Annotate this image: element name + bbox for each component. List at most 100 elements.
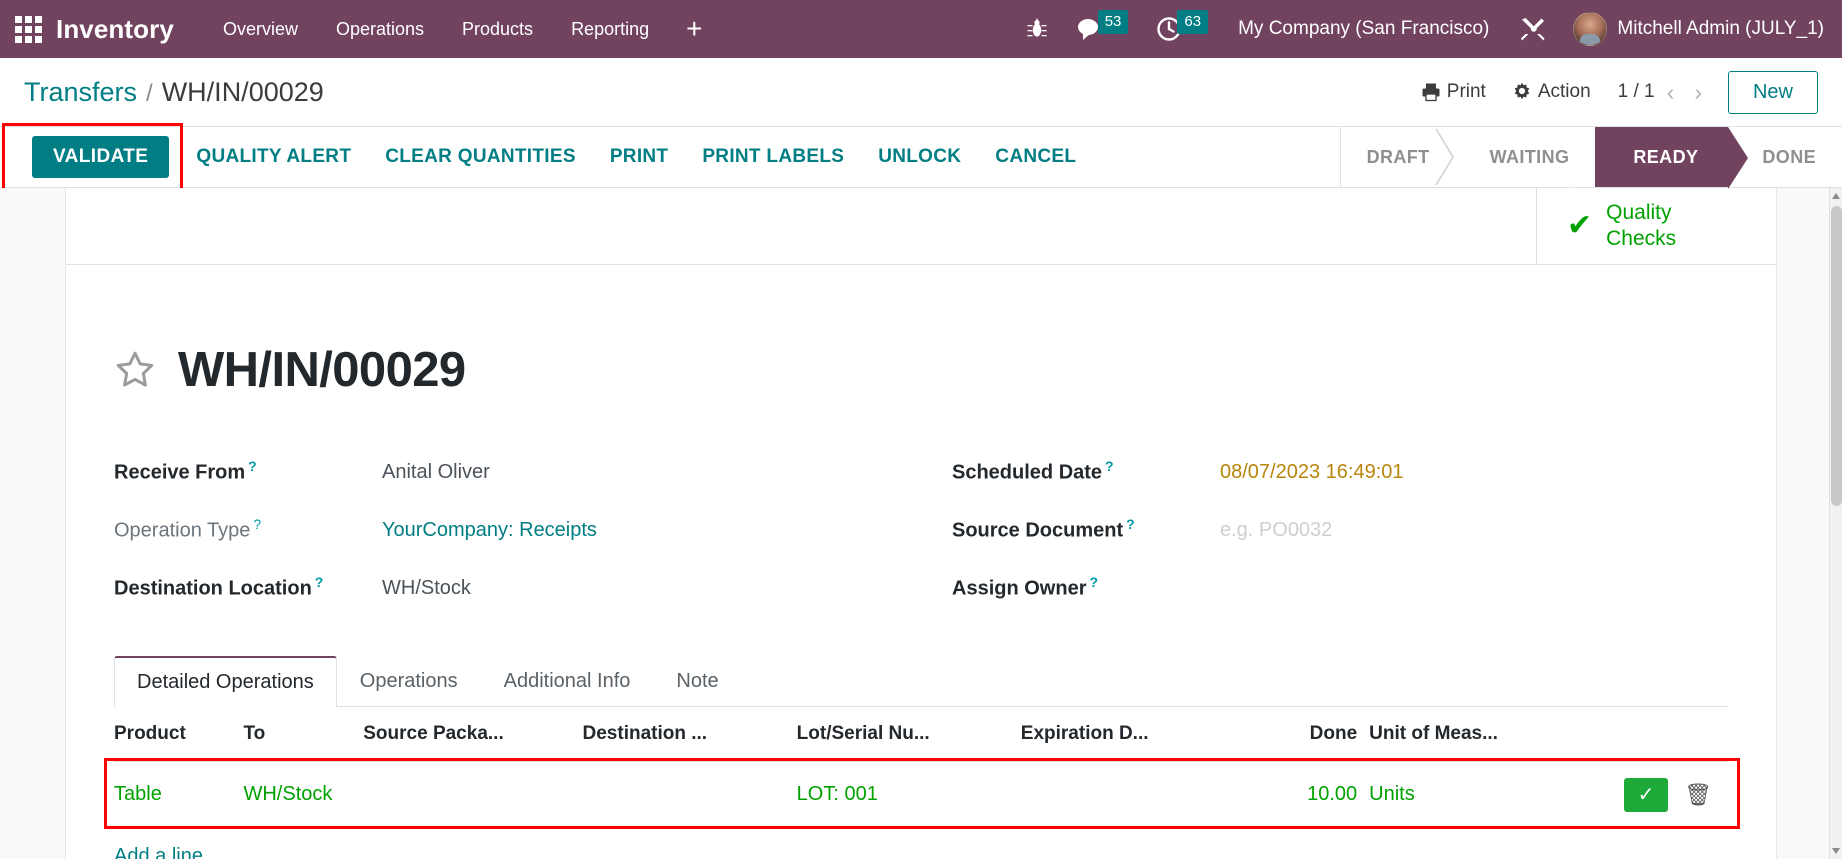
bug-icon[interactable] (1012, 0, 1062, 58)
action-menu-button[interactable]: Action (1499, 75, 1604, 109)
quality-checks-smart-button[interactable]: ✔ Quality Checks (1536, 188, 1776, 264)
table-row[interactable]: Table WH/Stock LOT: 001 10.00 Units ✓ 🗑 (114, 761, 1728, 829)
sheet-body: WH/IN/00029 Receive From? Anital Oliver … (66, 265, 1776, 859)
destination-location-value[interactable]: WH/Stock (382, 577, 471, 600)
form-scroll-area[interactable]: ✔ Quality Checks WH/IN/00029 Receive Fro… (0, 188, 1842, 859)
destination-location-label-text: Destination Location (114, 577, 312, 600)
avatar (1573, 12, 1608, 46)
clear-quantities-button[interactable]: CLEAR QUANTITIES (368, 136, 593, 178)
column-header-destination-package[interactable]: Destination ... (582, 706, 797, 762)
column-header-product[interactable]: Product (114, 706, 244, 762)
save-row-check-icon[interactable]: ✓ (1624, 777, 1669, 812)
app-brand[interactable]: Inventory (56, 14, 174, 45)
scheduled-date-value[interactable]: 08/07/2023 16:49:01 (1220, 461, 1404, 484)
notebook-tabs: Detailed Operations Operations Additiona… (114, 655, 1728, 707)
scroll-up-arrow-icon[interactable] (1832, 193, 1840, 199)
scheduled-date-label: Scheduled Date? (952, 458, 1220, 485)
scheduled-date-label-text: Scheduled Date (952, 461, 1103, 484)
nav-item-overview[interactable]: Overview (204, 0, 317, 58)
company-switcher[interactable]: My Company (San Francisco) (1222, 18, 1505, 40)
cell-lot-serial[interactable]: LOT: 001 (796, 761, 1021, 829)
form-column-right: Scheduled Date? 08/07/2023 16:49:01 Sour… (924, 458, 1728, 632)
tab-note[interactable]: Note (653, 656, 741, 707)
status-stage-ready-label: READY (1633, 146, 1699, 167)
new-button[interactable]: New (1727, 70, 1818, 114)
destination-location-help-icon[interactable]: ? (315, 574, 324, 590)
source-document-help-icon[interactable]: ? (1126, 516, 1135, 532)
operation-type-help-icon[interactable]: ? (253, 516, 261, 532)
source-document-label: Source Document? (952, 516, 1220, 543)
tab-additional-info[interactable]: Additional Info (481, 656, 654, 707)
apps-grid-icon[interactable] (0, 0, 56, 58)
scroll-down-arrow-icon[interactable] (1832, 848, 1840, 854)
column-header-done[interactable]: Done (1249, 706, 1370, 762)
cancel-button[interactable]: CANCEL (978, 136, 1093, 178)
check-mark-icon: ✔ (1567, 209, 1593, 242)
table-header: Product To Source Packa... Destination .… (114, 706, 1728, 762)
nav-item-reporting[interactable]: Reporting (552, 0, 668, 58)
smart-button-bar: ✔ Quality Checks (66, 188, 1776, 265)
tools-icon[interactable] (1505, 0, 1561, 58)
breadcrumb: Transfers / WH/IN/00029 (24, 77, 324, 108)
breadcrumb-current-record: WH/IN/00029 (161, 76, 324, 107)
validate-button[interactable]: VALIDATE (32, 136, 170, 178)
cell-to[interactable]: WH/Stock (243, 761, 364, 829)
status-stage-done-label: DONE (1762, 146, 1816, 167)
nav-item-operations[interactable]: Operations (317, 0, 443, 58)
cell-expiration-date[interactable] (1020, 761, 1250, 829)
field-source-document: Source Document? e.g. PO0032 (952, 516, 1728, 574)
column-header-to[interactable]: To (243, 706, 364, 762)
status-stage-waiting-label: WAITING (1489, 146, 1570, 167)
source-document-input[interactable]: e.g. PO0032 (1220, 519, 1332, 542)
status-stage-draft[interactable]: DRAFT (1340, 127, 1456, 187)
operation-type-value[interactable]: YourCompany: Receipts (382, 519, 597, 542)
cell-unit-of-measure[interactable]: Units (1369, 761, 1599, 829)
tab-operations[interactable]: Operations (337, 656, 481, 707)
form-button-bar: VALIDATE QUALITY ALERT CLEAR QUANTITIES … (0, 123, 1842, 191)
cell-source-package[interactable] (363, 761, 583, 829)
source-document-label-text: Source Document (952, 519, 1124, 542)
record-title-row: WH/IN/00029 (114, 313, 1728, 428)
form-column-left: Receive From? Anital Oliver Operation Ty… (114, 458, 924, 632)
breadcrumb-parent-transfers[interactable]: Transfers (24, 77, 137, 108)
receive-from-label-text: Receive From (114, 461, 246, 484)
operation-type-label-text: Operation Type (114, 519, 251, 542)
tab-detailed-operations[interactable]: Detailed Operations (114, 655, 337, 707)
column-header-lot-serial[interactable]: Lot/Serial Nu... (796, 706, 1021, 762)
pager-previous-icon[interactable]: ‹ (1659, 77, 1683, 108)
status-stage-ready[interactable]: READY (1575, 127, 1749, 189)
receive-from-label: Receive From? (114, 458, 382, 485)
scrollbar-thumb[interactable] (1831, 206, 1842, 506)
column-header-unit-of-measure[interactable]: Unit of Meas... (1369, 706, 1599, 762)
field-destination-location: Destination Location? WH/Stock (114, 574, 924, 632)
activities-menu[interactable]: 63 (1142, 0, 1222, 58)
receive-from-help-icon[interactable]: ? (248, 458, 257, 474)
quality-alert-button[interactable]: QUALITY ALERT (179, 136, 368, 178)
action-label: Action (1537, 81, 1591, 102)
print-action-button[interactable]: PRINT (593, 136, 686, 178)
column-header-actions (1598, 706, 1728, 762)
field-scheduled-date: Scheduled Date? 08/07/2023 16:49:01 (952, 458, 1728, 516)
cell-done[interactable]: 10.00 (1249, 761, 1370, 829)
print-labels-button[interactable]: PRINT LABELS (685, 136, 861, 178)
messages-menu[interactable]: 53 (1062, 0, 1143, 58)
receive-from-value[interactable]: Anital Oliver (382, 461, 490, 484)
scheduled-date-help-icon[interactable]: ? (1105, 458, 1114, 474)
delete-row-trash-icon[interactable]: 🗑 (1682, 783, 1714, 806)
cell-destination-package[interactable] (582, 761, 797, 829)
assign-owner-help-icon[interactable]: ? (1089, 574, 1098, 590)
column-header-source-package[interactable]: Source Packa... (363, 706, 583, 762)
vertical-scrollbar[interactable] (1829, 188, 1842, 859)
column-header-expiration-date[interactable]: Expiration D... (1020, 706, 1250, 762)
cell-product[interactable]: Table (114, 761, 244, 829)
notebook: Detailed Operations Operations Additiona… (114, 655, 1728, 859)
star-outline-icon[interactable] (114, 349, 156, 391)
nav-item-products[interactable]: Products (443, 0, 552, 58)
unlock-button[interactable]: UNLOCK (861, 136, 978, 178)
add-a-line-button[interactable]: Add a line (114, 829, 203, 859)
user-menu[interactable]: Mitchell Admin (JULY_1) (1561, 12, 1832, 46)
nav-add-icon[interactable]: + (668, 0, 720, 58)
pager-next-icon[interactable]: › (1686, 77, 1710, 108)
form-sheet: ✔ Quality Checks WH/IN/00029 Receive Fro… (65, 188, 1777, 859)
print-button[interactable]: Print (1408, 75, 1499, 109)
